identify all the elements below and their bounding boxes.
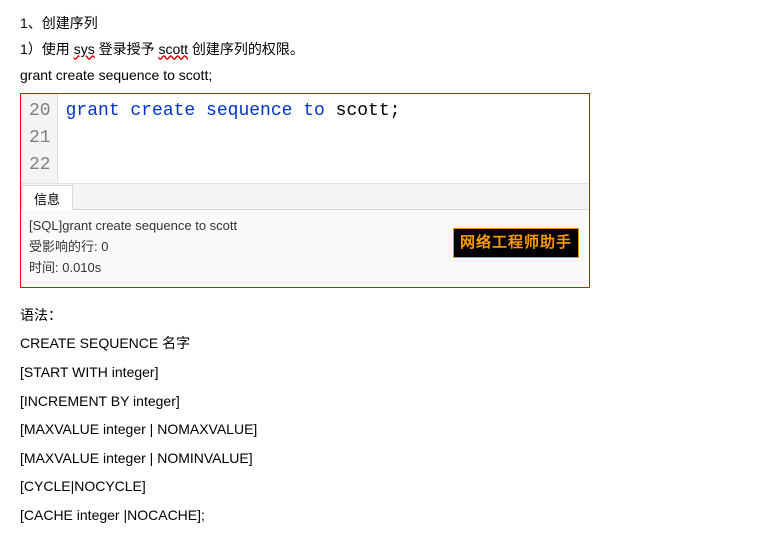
output-time: 时间: 0.010s	[29, 258, 581, 279]
step-1-text: 1）使用 sys 登录授予 scott 创建序列的权限。	[20, 38, 740, 62]
time-label: 时间:	[29, 260, 62, 275]
time-value: 0.010s	[62, 260, 101, 275]
code-area[interactable]: grant create sequence to scott;	[58, 94, 589, 183]
line-number: 21	[29, 125, 51, 152]
line-number: 20	[29, 98, 51, 125]
watermark-badge: 网络工程师助手	[453, 228, 579, 258]
output-panel: [SQL]grant create sequence to scott 受影响的…	[21, 210, 589, 286]
syntax-line: [INCREMENT BY integer]	[20, 388, 740, 415]
syntax-line: [CACHE integer |NOCACHE];	[20, 502, 740, 529]
result-tabs: 信息	[21, 183, 589, 210]
syntax-line: CREATE SEQUENCE 名字	[20, 330, 740, 357]
sys-keyword: sys	[74, 41, 95, 57]
step-1-mid: 登录授予	[95, 41, 159, 57]
step-1-prefix: 1）使用	[20, 41, 74, 57]
affected-label: 受影响的行:	[29, 239, 101, 254]
step-1-suffix: 创建序列的权限。	[188, 41, 304, 57]
line-number: 22	[29, 152, 51, 179]
tab-info[interactable]: 信息	[21, 185, 73, 211]
sql-keywords: grant create sequence to	[66, 101, 336, 121]
syntax-line: [MAXVALUE integer | NOMINVALUE]	[20, 445, 740, 472]
tabs-filler	[73, 184, 589, 210]
line-gutter: 20 21 22	[21, 94, 58, 183]
sql-editor: 20 21 22 grant create sequence to scott;	[21, 94, 589, 183]
scott-keyword: scott	[158, 41, 188, 57]
syntax-block: 语法： CREATE SEQUENCE 名字 [START WITH integ…	[20, 302, 740, 529]
syntax-line: [CYCLE|NOCYCLE]	[20, 473, 740, 500]
code-screenshot-box: 20 21 22 grant create sequence to scott;…	[20, 93, 590, 287]
syntax-line: [MAXVALUE integer | NOMAXVALUE]	[20, 416, 740, 443]
syntax-header: 语法：	[20, 302, 740, 329]
code-line: grant create sequence to scott;	[66, 98, 581, 125]
sql-identifier: scott;	[336, 101, 401, 121]
heading-create-sequence: 1、创建序列	[20, 12, 740, 36]
affected-value: 0	[101, 239, 108, 254]
grant-statement-text: grant create sequence to scott;	[20, 64, 740, 88]
syntax-line: [START WITH integer]	[20, 359, 740, 386]
